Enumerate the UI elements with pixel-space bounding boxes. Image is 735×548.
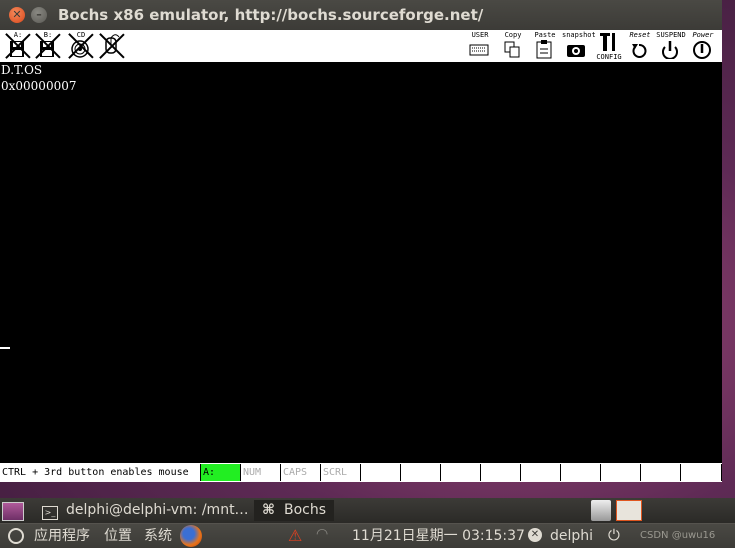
window-list-panel: >_ delphi@delphi-vm: /mnt… ⌘ Bochs (0, 498, 735, 523)
cdrom-button[interactable]: CD (66, 31, 96, 61)
status-empty-5 (521, 464, 561, 481)
show-desktop-icon[interactable] (2, 502, 24, 521)
window-title: Bochs x86 emulator, http://bochs.sourcef… (58, 6, 484, 24)
power-label: Power (692, 31, 714, 39)
status-empty-8 (641, 464, 681, 481)
floppy-icon (10, 41, 24, 57)
suspend-label: SUSPEND (656, 31, 686, 39)
copy-label: Copy (504, 31, 522, 39)
floppy-icon (40, 41, 54, 57)
paste-button[interactable]: Paste (530, 31, 560, 61)
system-panel: 应用程序 位置 系统 ⚠ ◠ 11月21日星期一 03:15:37 ✕ delp… (0, 523, 735, 548)
title-bar[interactable]: ✕ – Bochs x86 emulator, http://bochs.sou… (0, 0, 722, 31)
status-caps: CAPS (281, 464, 321, 481)
snapshot-button[interactable]: snapshot (562, 31, 596, 61)
cdrom-icon (71, 40, 89, 58)
screen-line-2: 0x00000007 (1, 79, 77, 93)
ubuntu-logo-icon (8, 528, 24, 544)
bochs-icon: ⌘ (262, 502, 275, 518)
status-empty-9 (681, 464, 722, 481)
floppy-a-button[interactable]: A: (3, 31, 33, 61)
bochs-window: ✕ – Bochs x86 emulator, http://bochs.sou… (0, 0, 722, 482)
trash-icon[interactable] (591, 500, 611, 521)
close-button[interactable]: ✕ (9, 7, 25, 23)
mouse-capture-button[interactable] (97, 31, 127, 61)
status-empty-3 (441, 464, 481, 481)
shutdown-icon[interactable]: ⏻ (608, 526, 620, 544)
floppy-b-button[interactable]: B: (33, 31, 63, 61)
tools-icon (600, 33, 615, 51)
clock[interactable]: 11月21日星期一 03:15:37 (352, 526, 525, 546)
taskbar-terminal-label: delphi@delphi-vm: /mnt… (66, 502, 249, 518)
copy-button[interactable]: Copy (498, 31, 528, 61)
config-button[interactable]: CONFIG (594, 31, 624, 61)
user-label: USER (471, 31, 489, 39)
bochs-toolbar: A: B: CD USER Copy Paste snapshot CONFIG… (0, 30, 722, 62)
menu-places[interactable]: 位置 (104, 526, 132, 546)
paste-label: Paste (534, 31, 556, 39)
status-empty-4 (481, 464, 521, 481)
camera-icon (567, 45, 585, 57)
taskbar-item-terminal[interactable]: >_ delphi@delphi-vm: /mnt… (36, 500, 249, 521)
minimize-button[interactable]: – (31, 7, 47, 23)
status-scrl: SCRL (321, 464, 361, 481)
status-empty-1 (361, 464, 401, 481)
firefox-icon[interactable] (180, 525, 202, 547)
suspend-button[interactable]: SUSPEND (656, 31, 686, 61)
status-bar: CTRL + 3rd button enables mouse A: NUM C… (0, 462, 722, 482)
menu-system[interactable]: 系统 (144, 526, 172, 546)
paste-icon (536, 40, 552, 59)
status-num: NUM (241, 464, 281, 481)
network-icon[interactable]: ◠ (316, 526, 328, 542)
status-empty-2 (401, 464, 441, 481)
power-icon (693, 41, 711, 59)
config-label: CONFIG (596, 53, 622, 61)
snapshot-label: snapshot (562, 31, 596, 39)
taskbar-bochs-label: Bochs (284, 502, 327, 518)
reset-icon (632, 44, 647, 58)
keyboard-icon (469, 44, 489, 56)
status-empty-6 (561, 464, 601, 481)
reset-button[interactable]: Reset (625, 31, 655, 61)
suspend-icon (662, 41, 678, 59)
workspace-switcher[interactable] (616, 500, 642, 521)
screen-line-1: D.T.OS (1, 63, 43, 77)
taskbar-item-bochs[interactable]: ⌘ Bochs (254, 500, 334, 521)
status-hint: CTRL + 3rd button enables mouse (0, 464, 201, 481)
user-name[interactable]: delphi (550, 526, 593, 546)
warning-icon[interactable]: ⚠ (288, 526, 302, 545)
status-empty-7 (601, 464, 641, 481)
emulator-screen[interactable]: D.T.OS 0x00000007 (0, 62, 722, 462)
copy-icon (504, 41, 520, 58)
status-drive-indicator: A: (201, 464, 241, 481)
power-button[interactable]: Power (688, 31, 718, 61)
terminal-icon: >_ (42, 506, 58, 520)
minimize-icon: – (36, 8, 42, 21)
watermark: CSDN @uwu16 (640, 530, 716, 541)
text-cursor (0, 347, 10, 349)
user-keys-button[interactable]: USER (465, 31, 495, 61)
close-icon: ✕ (12, 8, 22, 21)
user-status-icon: ✕ (528, 528, 542, 542)
reset-label: Reset (629, 31, 651, 39)
menu-applications[interactable]: 应用程序 (34, 526, 90, 546)
